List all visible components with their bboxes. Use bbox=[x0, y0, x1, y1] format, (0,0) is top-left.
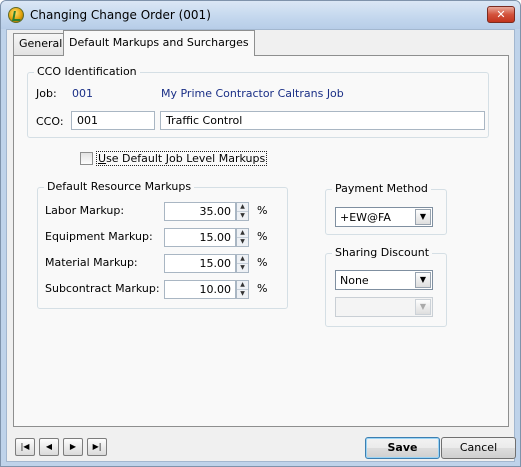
use-default-markups-label[interactable]: Use Default Job Level Markups bbox=[96, 151, 268, 166]
cco-identification-group: CCO Identification Job: 001 My Prime Con… bbox=[27, 65, 489, 138]
spin-up-icon[interactable]: ▲ bbox=[237, 281, 248, 289]
app-icon bbox=[8, 7, 24, 23]
sharing-discount-value: None bbox=[340, 274, 369, 287]
labor-markup-spinner[interactable]: ▲ ▼ bbox=[236, 202, 249, 221]
next-record-icon: ▶ bbox=[69, 442, 77, 451]
last-record-button[interactable]: ▶| bbox=[87, 438, 107, 456]
tab-general[interactable]: General bbox=[13, 33, 69, 55]
spin-down-icon[interactable]: ▼ bbox=[237, 289, 248, 297]
spin-up-icon[interactable]: ▲ bbox=[237, 203, 248, 211]
subcontract-markup-field[interactable]: 10.00 bbox=[164, 280, 236, 299]
group-title: Default Resource Markups bbox=[44, 180, 195, 193]
subcontract-markup-label: Subcontract Markup: bbox=[45, 282, 160, 295]
window-title: Changing Change Order (001) bbox=[30, 8, 211, 22]
equipment-markup-spinner[interactable]: ▲ ▼ bbox=[236, 228, 249, 247]
group-title: Payment Method bbox=[332, 182, 431, 195]
group-title: CCO Identification bbox=[34, 65, 140, 78]
job-label: Job: bbox=[36, 87, 57, 100]
cco-number-field[interactable]: 001 bbox=[71, 111, 155, 130]
percent-unit: % bbox=[257, 282, 268, 295]
save-button[interactable]: Save bbox=[365, 437, 440, 459]
equipment-markup-label: Equipment Markup: bbox=[45, 230, 153, 243]
subcontract-markup-spinner[interactable]: ▲ ▼ bbox=[236, 280, 249, 299]
chevron-down-icon: ▼ bbox=[415, 299, 431, 315]
last-record-icon: ▶| bbox=[92, 442, 102, 451]
cancel-button[interactable]: Cancel bbox=[441, 437, 516, 459]
previous-record-button[interactable]: ◀ bbox=[39, 438, 59, 456]
payment-method-select[interactable]: +EW@FA ▼ bbox=[335, 207, 433, 227]
payment-method-value: +EW@FA bbox=[340, 211, 391, 224]
dialog-window: Changing Change Order (001) ✕ General De… bbox=[0, 0, 521, 467]
material-markup-label: Material Markup: bbox=[45, 256, 138, 269]
job-name: My Prime Contractor Caltrans Job bbox=[161, 87, 344, 100]
spin-down-icon[interactable]: ▼ bbox=[237, 211, 248, 219]
resource-markups-group: Default Resource Markups Labor Markup: 3… bbox=[37, 180, 288, 309]
equipment-markup-field[interactable]: 15.00 bbox=[164, 228, 236, 247]
sharing-discount-select[interactable]: None ▼ bbox=[335, 270, 433, 290]
percent-unit: % bbox=[257, 204, 268, 217]
percent-unit: % bbox=[257, 256, 268, 269]
sharing-discount-secondary-select: ▼ bbox=[335, 297, 433, 317]
spin-up-icon[interactable]: ▲ bbox=[237, 229, 248, 237]
group-title: Sharing Discount bbox=[332, 246, 433, 259]
labor-markup-field[interactable]: 35.00 bbox=[164, 202, 236, 221]
dialog-client-area: General Default Markups and Surcharges C… bbox=[6, 29, 516, 462]
close-button[interactable]: ✕ bbox=[487, 6, 515, 23]
title-bar: Changing Change Order (001) ✕ bbox=[1, 1, 520, 29]
percent-unit: % bbox=[257, 230, 268, 243]
use-default-markups-text: se Default Job Level Markups bbox=[106, 152, 266, 165]
cco-label: CCO: bbox=[36, 115, 64, 128]
spin-down-icon[interactable]: ▼ bbox=[237, 263, 248, 271]
material-markup-spinner[interactable]: ▲ ▼ bbox=[236, 254, 249, 273]
job-number: 001 bbox=[72, 87, 93, 100]
next-record-button[interactable]: ▶ bbox=[63, 438, 83, 456]
tab-default-markups-surcharges[interactable]: Default Markups and Surcharges bbox=[63, 30, 255, 56]
sharing-discount-group: Sharing Discount None ▼ ▼ bbox=[325, 246, 447, 327]
spin-up-icon[interactable]: ▲ bbox=[237, 255, 248, 263]
first-record-icon: |◀ bbox=[20, 442, 30, 451]
chevron-down-icon[interactable]: ▼ bbox=[415, 272, 431, 288]
payment-method-group: Payment Method +EW@FA ▼ bbox=[325, 182, 447, 235]
material-markup-field[interactable]: 15.00 bbox=[164, 254, 236, 273]
first-record-button[interactable]: |◀ bbox=[15, 438, 35, 456]
spin-down-icon[interactable]: ▼ bbox=[237, 237, 248, 245]
cco-description-field[interactable]: Traffic Control bbox=[160, 111, 485, 130]
chevron-down-icon[interactable]: ▼ bbox=[415, 209, 431, 225]
tab-panel: CCO Identification Job: 001 My Prime Con… bbox=[13, 55, 509, 427]
labor-markup-label: Labor Markup: bbox=[45, 204, 125, 217]
use-default-markups-checkbox[interactable] bbox=[80, 152, 93, 165]
previous-record-icon: ◀ bbox=[45, 442, 53, 451]
